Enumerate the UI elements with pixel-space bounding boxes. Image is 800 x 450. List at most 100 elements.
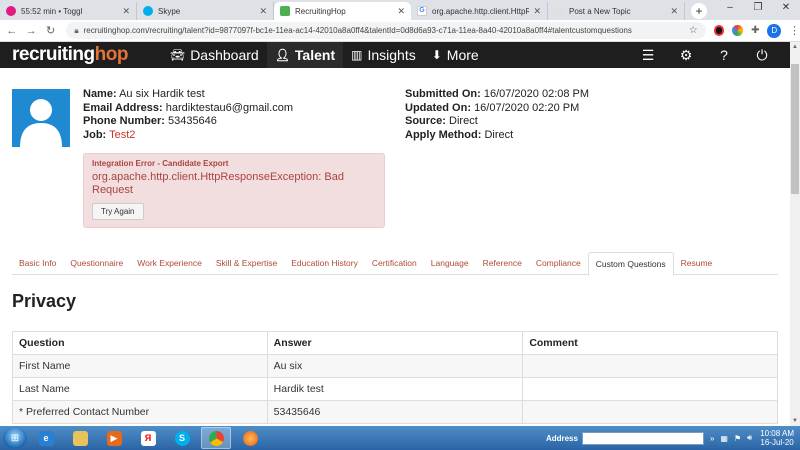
nav-more[interactable]: ⬇ More — [424, 42, 487, 68]
job-label: Job: — [83, 128, 107, 141]
tab-resume[interactable]: Resume — [674, 252, 720, 274]
candidate-job-link[interactable]: Test2 — [109, 129, 135, 141]
volume-icon[interactable]: 🔊︎ — [747, 433, 752, 443]
comment-cell — [522, 377, 778, 401]
answer-cell: Au six — [266, 354, 524, 378]
window-controls: – ❐ ✕ — [716, 0, 800, 18]
settings-gears-icon[interactable]: ⚙ — [678, 47, 694, 64]
system-clock[interactable]: 10:08 AM 16-Jul-20 — [760, 429, 794, 447]
comment-cell — [522, 354, 778, 378]
profile-tabs: Basic Info Questionnaire Work Experience… — [12, 252, 778, 276]
error-message: org.apache.http.client.HttpResponseExcep… — [92, 171, 344, 196]
profile-avatar-icon[interactable]: D — [767, 23, 781, 38]
scroll-up-icon[interactable]: ▲ — [790, 42, 800, 52]
custom-questions-table: Question Answer Comment First Name Au si… — [12, 331, 778, 424]
taskbar-chrome[interactable] — [201, 427, 231, 449]
tab-work-experience[interactable]: Work Experience — [130, 252, 209, 274]
browser-tab-skype[interactable]: Skype ✕ — [137, 2, 274, 20]
close-icon[interactable]: ✕ — [533, 6, 541, 17]
extension-record-icon[interactable] — [713, 25, 725, 36]
comment-cell — [522, 400, 778, 424]
reload-icon[interactable]: ↻ — [43, 24, 58, 37]
skype-icon — [143, 6, 153, 16]
vertical-scrollbar[interactable]: ▲ ▼ — [790, 42, 800, 426]
table-row: Last Name Hardik test — [12, 377, 778, 401]
updated-value: 16/07/2020 02:20 PM — [474, 101, 580, 114]
minimize-icon[interactable]: – — [716, 0, 744, 18]
browser-tab-label: org.apache.http.client.HttpResp — [432, 6, 530, 16]
address-toolbar-input[interactable] — [581, 431, 704, 445]
tab-basic-info[interactable]: Basic Info — [12, 252, 63, 274]
browser-tab-recruitinghop[interactable]: RecruitingHop ✕ — [274, 2, 411, 20]
power-icon[interactable]: ⏻ — [754, 47, 770, 64]
network-icon[interactable]: ▦ — [720, 434, 728, 443]
close-icon[interactable]: ✕ — [397, 6, 405, 17]
source-value: Direct — [449, 115, 478, 127]
person-silhouette-icon — [20, 99, 62, 147]
submitted-value: 16/07/2020 02:08 PM — [483, 88, 590, 100]
taskbar-skype[interactable]: S — [167, 427, 197, 449]
forward-arrow-icon[interactable]: → — [23, 25, 38, 37]
browser-tab-label: 55:52 min • Toggl — [21, 6, 83, 16]
taskbar-yandex[interactable]: Я — [133, 427, 163, 449]
taskbar-firefox[interactable] — [235, 427, 265, 449]
question-cell: First Name — [12, 354, 268, 378]
tab-compliance[interactable]: Compliance — [529, 252, 588, 274]
browser-tab-google[interactable]: G org.apache.http.client.HttpResp ✕ — [411, 2, 548, 20]
list-icon[interactable]: ☰ — [640, 47, 656, 64]
nav-dashboard[interactable]: 🚘︎ Dashboard — [162, 42, 267, 68]
lock-icon: 🔒︎ — [74, 25, 79, 35]
url-bar[interactable]: 🔒︎ recruitinghop.com/recruiting/talent?i… — [66, 22, 706, 39]
nav-talent[interactable]: 👤︎ Talent — [266, 42, 344, 68]
close-icon[interactable]: ✕ — [259, 6, 267, 17]
recruitinghop-favicon-icon — [280, 6, 290, 16]
nav-label: Talent — [294, 47, 336, 63]
extension-color-icon[interactable] — [732, 25, 744, 36]
taskbar-explorer[interactable] — [65, 427, 95, 449]
expand-chevron-icon[interactable]: » — [710, 434, 714, 443]
new-tab-plus-icon[interactable]: + — [691, 3, 707, 19]
window-close-icon[interactable]: ✕ — [772, 0, 800, 18]
answer-cell: 53435646 — [266, 400, 524, 424]
app-logo[interactable]: recruitinghop — [12, 44, 128, 66]
maximize-icon[interactable]: ❐ — [744, 0, 772, 18]
start-windows-icon[interactable]: ⊞ — [3, 427, 27, 449]
tab-language[interactable]: Language — [424, 252, 476, 274]
tab-education-history[interactable]: Education History — [284, 252, 365, 274]
candidate-info-left: Name: Au six Hardik test Email Address: … — [83, 88, 293, 142]
chrome-icon — [208, 430, 224, 446]
taskbar-media-player[interactable]: ▶ — [99, 427, 129, 449]
tab-reference[interactable]: Reference — [476, 252, 529, 274]
toggl-icon — [6, 6, 16, 16]
extensions-puzzle-icon[interactable]: ✚ — [751, 25, 759, 36]
question-cell: Last Name — [12, 377, 268, 401]
bookmark-star-icon[interactable]: ☆ — [689, 25, 698, 36]
browser-tab-toggl[interactable]: 55:52 min • Toggl ✕ — [0, 2, 137, 20]
submitted-row: Submitted On: 16/07/2020 02:08 PM — [405, 88, 589, 102]
tab-questionnaire[interactable]: Questionnaire — [63, 252, 130, 274]
browser-tab-post-topic[interactable]: Post a New Topic ✕ — [548, 2, 685, 20]
browser-menu-icon[interactable]: ⋮ — [789, 24, 800, 37]
tab-skill-expertise[interactable]: Skill & Expertise — [209, 252, 284, 274]
header-icons: ☰ ⚙ ? ⏻ — [618, 42, 770, 68]
scrollbar-thumb[interactable] — [791, 64, 799, 194]
candidate-email: hardiktestau6@gmail.com — [165, 101, 294, 114]
scroll-down-icon[interactable]: ▼ — [790, 416, 800, 426]
question-cell: * Preferred Contact Number — [12, 400, 268, 424]
flag-icon[interactable]: ⚑ — [734, 434, 741, 443]
close-icon[interactable]: ✕ — [122, 6, 130, 17]
submitted-label: Submitted On: — [405, 88, 481, 100]
tab-certification[interactable]: Certification — [365, 252, 424, 274]
skype-icon: S — [174, 430, 190, 446]
taskbar-ie[interactable]: e — [31, 427, 61, 449]
browser-toolbar: ← → ↻ 🔒︎ recruitinghop.com/recruiting/ta… — [0, 20, 800, 42]
try-again-button[interactable]: Try Again — [92, 203, 144, 220]
updated-row: Updated On: 16/07/2020 02:20 PM — [405, 102, 589, 116]
nav-label: More — [446, 47, 479, 63]
nav-insights[interactable]: ▥ Insights — [343, 42, 424, 68]
error-title: Integration Error - Candidate Export — [92, 159, 229, 168]
help-icon[interactable]: ? — [716, 47, 732, 63]
tab-custom-questions[interactable]: Custom Questions — [587, 252, 674, 276]
back-arrow-icon[interactable]: ← — [4, 25, 19, 37]
close-icon[interactable]: ✕ — [670, 6, 678, 17]
